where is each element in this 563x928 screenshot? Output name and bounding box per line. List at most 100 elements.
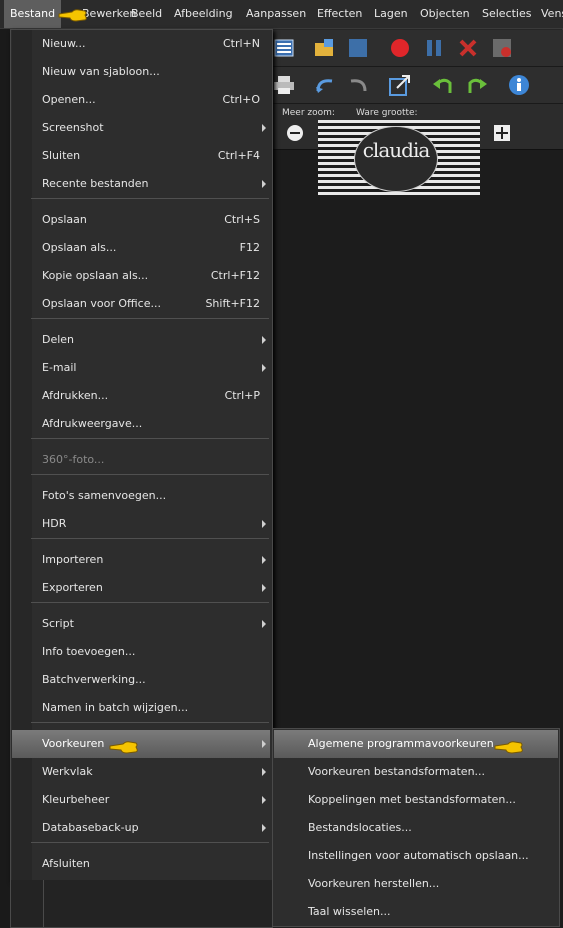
menu-afbeelding[interactable]: Afbeelding (168, 0, 239, 28)
menu-item-opslaan-als[interactable]: Opslaan als... F12 (12, 234, 270, 262)
menu-item-shortcut: Ctrl+F12 (210, 269, 260, 282)
submenu-arrow-icon (262, 336, 266, 344)
submenu-item-label: Koppelingen met bestandsformaten... (308, 793, 516, 806)
menu-separator (31, 602, 269, 603)
toolbar-top (270, 30, 563, 67)
print-icon[interactable] (273, 74, 295, 96)
submenu-item-voorkeuren-herstellen[interactable]: Voorkeuren herstellen... (274, 870, 558, 898)
redo-icon[interactable] (466, 74, 488, 96)
submenu-arrow-icon (262, 124, 266, 132)
menu-item-360-foto: 360°-foto... (12, 446, 270, 474)
menu-item-label: HDR (42, 517, 67, 530)
menu-item-sluiten[interactable]: Sluiten Ctrl+F4 (12, 142, 270, 170)
submenu-item-label: Instellingen voor automatisch opslaan... (308, 849, 529, 862)
submenu-arrow-icon (262, 520, 266, 528)
undo-icon[interactable] (432, 74, 454, 96)
menu-effecten[interactable]: Effecten (311, 0, 368, 28)
menu-item-label: Afsluiten (42, 857, 90, 870)
submenu-item-bestandslocaties[interactable]: Bestandslocaties... (274, 814, 558, 842)
watermark-logo: claudia (318, 120, 480, 196)
submenu-item-taal-wisselen[interactable]: Taal wisselen... (274, 898, 558, 926)
submenu-arrow-icon (262, 740, 266, 748)
menu-item-shortcut: Ctrl+N (222, 37, 260, 50)
menu-item-nieuw-van-sjabloon[interactable]: Nieuw van sjabloon... (12, 58, 270, 86)
menu-selecties[interactable]: Selecties (476, 0, 538, 28)
menu-item-namen-in-batch-wijzigen[interactable]: Namen in batch wijzigen... (12, 694, 270, 722)
menu-aanpassen[interactable]: Aanpassen (240, 0, 312, 28)
menu-item-label: Screenshot (42, 121, 104, 134)
menu-item-script[interactable]: Script (12, 610, 270, 638)
menu-item-nieuw[interactable]: Nieuw... Ctrl+N (12, 30, 270, 58)
menu-item-afsluiten[interactable]: Afsluiten (12, 850, 270, 878)
submenu-item-label: Voorkeuren bestandsformaten... (308, 765, 486, 778)
menu-item-exporteren[interactable]: Exporteren (12, 574, 270, 602)
menu-item-label: 360°-foto... (42, 453, 105, 466)
save-script-icon[interactable] (491, 37, 513, 59)
menu-item-e-mail[interactable]: E-mail (12, 354, 270, 382)
cancel-icon[interactable] (457, 37, 479, 59)
preferences-submenu: Algemene programmavoorkeuren... Voorkeure… (272, 728, 560, 927)
menu-separator (31, 538, 269, 539)
menu-separator (31, 438, 269, 439)
submenu-arrow-icon (262, 620, 266, 628)
pause-icon[interactable] (423, 37, 445, 59)
menu-item-databaseback-up[interactable]: Databaseback-up (12, 814, 270, 842)
menu-item-recente-bestanden[interactable]: Recente bestanden (12, 170, 270, 198)
menu-item-afdrukken[interactable]: Afdrukken... Ctrl+P (12, 382, 270, 410)
menu-item-delen[interactable]: Delen (12, 326, 270, 354)
menu-item-werkvlak[interactable]: Werkvlak (12, 758, 270, 786)
submenu-arrow-icon (262, 768, 266, 776)
menu-item-label: Kopie opslaan als... (42, 269, 149, 282)
menu-item-shortcut: Shift+F12 (205, 297, 260, 310)
fit-window-icon[interactable] (491, 122, 513, 144)
menu-item-label: Nieuw van sjabloon... (42, 65, 160, 78)
menu-item-openen[interactable]: Openen... Ctrl+O (12, 86, 270, 114)
menu-item-opslaan-voor-office[interactable]: Opslaan voor Office... Shift+F12 (12, 290, 270, 318)
open-folder-icon[interactable] (314, 37, 336, 59)
menu-lagen[interactable]: Lagen (368, 0, 414, 28)
menu-item-batchverwerking[interactable]: Batchverwerking... (12, 666, 270, 694)
zoom-out-icon[interactable] (284, 122, 306, 144)
menu-item-foto-s-samenvoegen[interactable]: Foto's samenvoegen... (12, 482, 270, 510)
pointing-hand-icon (58, 9, 87, 22)
menu-item-screenshot[interactable]: Screenshot (12, 114, 270, 142)
menu-objecten[interactable]: Objecten (414, 0, 476, 28)
menu-item-label: Afdrukken... (42, 389, 109, 402)
pointing-hand-icon (494, 741, 523, 754)
menu-item-info-toevoegen[interactable]: Info toevoegen... (12, 638, 270, 666)
logo-text: claudia (362, 138, 431, 162)
browse-icon[interactable] (273, 37, 295, 59)
submenu-item-koppelingen-met-bestandsformaten[interactable]: Koppelingen met bestandsformaten... (274, 786, 558, 814)
record-icon[interactable] (389, 37, 411, 59)
menu-beeld[interactable]: Beeld (125, 0, 168, 28)
menu-item-shortcut: F12 (239, 241, 260, 254)
menu-bestand[interactable]: Bestand (4, 0, 62, 28)
menu-item-hdr[interactable]: HDR (12, 510, 270, 538)
resize-icon[interactable] (389, 74, 411, 96)
menu-item-kleurbeheer[interactable]: Kleurbeheer (12, 786, 270, 814)
stop-icon[interactable] (347, 37, 369, 59)
menu-item-label: Delen (42, 333, 75, 346)
submenu-arrow-icon (262, 824, 266, 832)
menu-venster[interactable]: Venster (535, 0, 563, 28)
submenu-item-voorkeuren-bestandsformaten[interactable]: Voorkeuren bestandsformaten... (274, 758, 558, 786)
menu-item-importeren[interactable]: Importeren (12, 546, 270, 574)
submenu-item-instellingen-voor-automatisch-opslaan[interactable]: Instellingen voor automatisch opslaan... (274, 842, 558, 870)
rotate-left-icon[interactable] (314, 74, 336, 96)
info-icon[interactable] (508, 74, 530, 96)
menu-item-label: Namen in batch wijzigen... (42, 701, 189, 714)
menu-item-label: Voorkeuren (42, 737, 105, 750)
menu-footer (10, 880, 273, 928)
rotate-right-icon[interactable] (347, 74, 369, 96)
menu-item-afdrukweergave[interactable]: Afdrukweergave... (12, 410, 270, 438)
menu-item-shortcut: Ctrl+S (224, 213, 260, 226)
menu-item-label: Opslaan als... (42, 241, 117, 254)
menu-item-label: Batchverwerking... (42, 673, 146, 686)
submenu-item-label: Voorkeuren herstellen... (308, 877, 440, 890)
menu-item-label: Afdrukweergave... (42, 417, 143, 430)
menu-item-kopie-opslaan-als[interactable]: Kopie opslaan als... Ctrl+F12 (12, 262, 270, 290)
menu-item-opslaan[interactable]: Opslaan Ctrl+S (12, 206, 270, 234)
menu-item-label: Info toevoegen... (42, 645, 136, 658)
menu-item-label: Sluiten (42, 149, 81, 162)
menu-item-voorkeuren[interactable]: Voorkeuren (12, 730, 270, 758)
